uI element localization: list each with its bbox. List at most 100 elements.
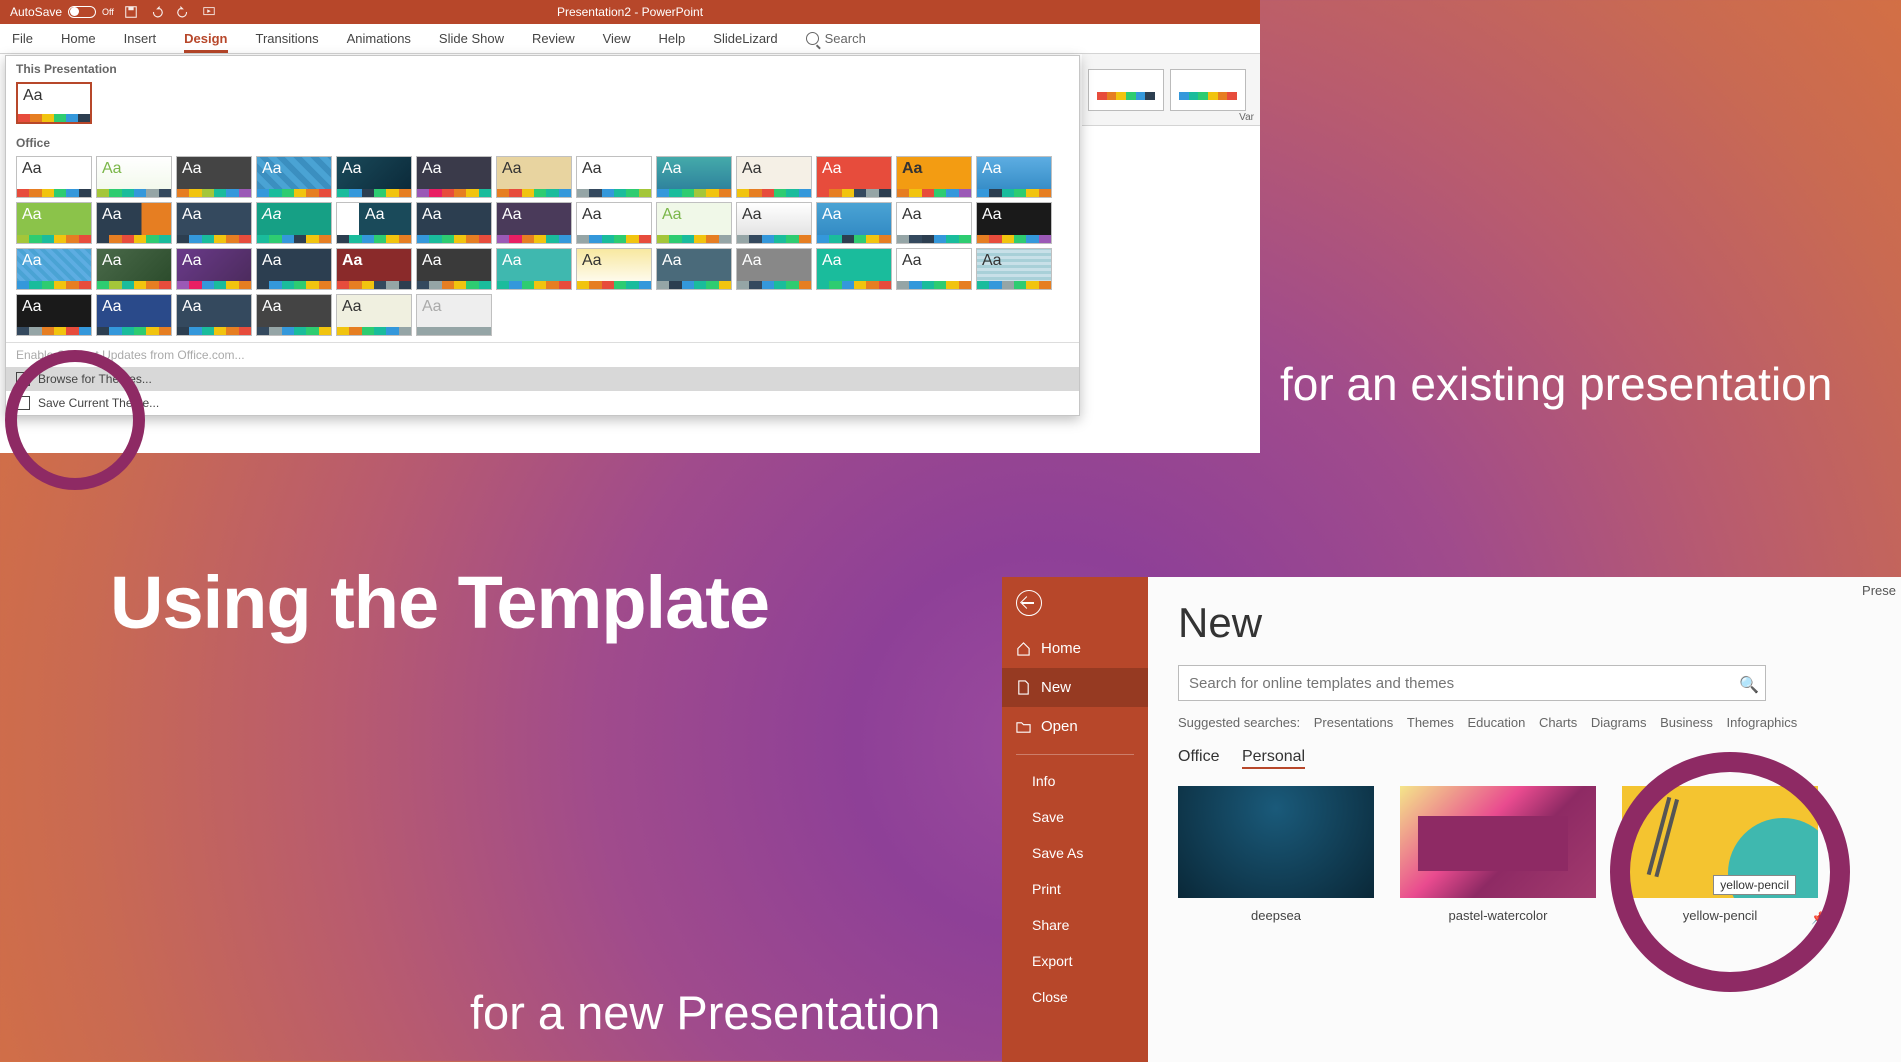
search-icon[interactable]: 🔍	[1739, 675, 1755, 691]
browse-for-themes[interactable]: Browse for Themes...	[6, 367, 1079, 391]
nav-open[interactable]: Open	[1002, 707, 1148, 746]
suggested-link[interactable]: Presentations	[1314, 715, 1394, 730]
tab-home[interactable]: Home	[61, 31, 96, 46]
theme-item[interactable]: Aa	[656, 248, 732, 290]
theme-item[interactable]: Aa	[816, 202, 892, 244]
variant-2[interactable]	[1170, 69, 1246, 111]
new-file-icon	[1016, 680, 1031, 695]
suggested-link[interactable]: Diagrams	[1591, 715, 1647, 730]
theme-item[interactable]: Aa	[176, 156, 252, 198]
tab-view[interactable]: View	[603, 31, 631, 46]
undo-icon[interactable]	[150, 5, 164, 19]
tab-animations[interactable]: Animations	[347, 31, 411, 46]
search-placeholder: Search	[825, 31, 866, 46]
nav-export[interactable]: Export	[1002, 943, 1148, 979]
theme-item[interactable]: Aa	[336, 248, 412, 290]
start-slideshow-icon[interactable]	[202, 5, 216, 19]
nav-save[interactable]: Save	[1002, 799, 1148, 835]
tell-me-search[interactable]: Search	[806, 31, 866, 46]
suggested-link[interactable]: Business	[1660, 715, 1713, 730]
theme-item[interactable]: Aa	[976, 248, 1052, 290]
variants-group: Var	[1082, 54, 1260, 126]
template-pastel-watercolor[interactable]: pastel-watercolor	[1400, 786, 1596, 923]
theme-item[interactable]: Aa	[656, 202, 732, 244]
tab-design[interactable]: Design	[184, 31, 227, 53]
variant-1[interactable]	[1088, 69, 1164, 111]
suggested-link[interactable]: Education	[1467, 715, 1525, 730]
nav-saveas[interactable]: Save As	[1002, 835, 1148, 871]
theme-item[interactable]: Aa	[16, 202, 92, 244]
theme-item[interactable]: Aa	[16, 156, 92, 198]
tab-file[interactable]: File	[12, 31, 33, 46]
template-deepsea[interactable]: deepsea	[1178, 786, 1374, 923]
theme-item[interactable]: Aa	[16, 248, 92, 290]
theme-item[interactable]: Aa	[256, 294, 332, 336]
filter-office[interactable]: Office	[1178, 748, 1220, 765]
tab-slidelizard[interactable]: SlideLizard	[713, 31, 777, 46]
tab-slideshow[interactable]: Slide Show	[439, 31, 504, 46]
theme-item[interactable]: Aa	[816, 248, 892, 290]
theme-item[interactable]: Aa	[896, 248, 972, 290]
nav-home[interactable]: Home	[1002, 629, 1148, 668]
theme-item[interactable]: Aa	[496, 248, 572, 290]
theme-item[interactable]: Aa	[656, 156, 732, 198]
template-search-input[interactable]	[1189, 675, 1739, 692]
theme-item[interactable]: Aa	[16, 294, 92, 336]
suggested-link[interactable]: Charts	[1539, 715, 1577, 730]
theme-item[interactable]: Aa	[416, 202, 492, 244]
theme-item[interactable]: Aa	[96, 294, 172, 336]
tab-insert[interactable]: Insert	[124, 31, 157, 46]
theme-item[interactable]: Aa	[256, 156, 332, 198]
template-search[interactable]: 🔍	[1178, 665, 1766, 701]
theme-item[interactable]: Aa	[256, 248, 332, 290]
nav-info[interactable]: Info	[1002, 763, 1148, 799]
theme-item[interactable]: Aa	[336, 156, 412, 198]
theme-item[interactable]: Aa	[176, 248, 252, 290]
theme-item[interactable]: Aa	[576, 248, 652, 290]
nav-share[interactable]: Share	[1002, 907, 1148, 943]
save-current-theme[interactable]: Save Current Theme...	[6, 391, 1079, 415]
theme-item[interactable]: Aa	[96, 202, 172, 244]
suggested-link[interactable]: Infographics	[1726, 715, 1797, 730]
theme-current[interactable]: Aa	[16, 82, 92, 124]
backstage-sidebar: Home New Open Info Save Save As Print Sh…	[1002, 577, 1148, 1062]
gallery-footer: Enable Content Updates from Office.com..…	[6, 342, 1079, 415]
theme-item[interactable]: Aa	[336, 202, 412, 244]
theme-item[interactable]: Aa	[416, 294, 492, 336]
nav-new[interactable]: New	[1002, 668, 1148, 707]
nav-print[interactable]: Print	[1002, 871, 1148, 907]
title-bar: AutoSave Off Presentation2 - PowerPoint	[0, 0, 1260, 24]
theme-item[interactable]: Aa	[736, 156, 812, 198]
theme-item[interactable]: Aa	[96, 248, 172, 290]
theme-item[interactable]: Aa	[736, 202, 812, 244]
theme-item[interactable]: Aa	[176, 202, 252, 244]
theme-item[interactable]: Aa	[496, 156, 572, 198]
theme-item[interactable]: Aa	[416, 156, 492, 198]
back-button[interactable]	[1002, 577, 1148, 629]
theme-item[interactable]: Aa	[816, 156, 892, 198]
tab-transitions[interactable]: Transitions	[256, 31, 319, 46]
theme-item[interactable]: Aa	[176, 294, 252, 336]
theme-item[interactable]: Aa	[96, 156, 172, 198]
filter-personal[interactable]: Personal	[1242, 748, 1305, 769]
autosave-toggle[interactable]	[68, 6, 96, 18]
theme-item[interactable]: Aa	[256, 202, 332, 244]
redo-icon[interactable]	[176, 5, 190, 19]
theme-item[interactable]: Aa	[416, 248, 492, 290]
theme-item[interactable]: Aa	[736, 248, 812, 290]
suggested-link[interactable]: Themes	[1407, 715, 1454, 730]
save-icon[interactable]	[124, 5, 138, 19]
new-heading: New	[1178, 599, 1872, 647]
theme-item[interactable]: Aa	[976, 156, 1052, 198]
nav-close[interactable]: Close	[1002, 979, 1148, 1015]
theme-item[interactable]: Aa	[896, 156, 972, 198]
theme-item[interactable]: Aa	[576, 156, 652, 198]
suggested-searches: Suggested searches: Presentations Themes…	[1178, 715, 1872, 730]
theme-item[interactable]: Aa	[896, 202, 972, 244]
tab-review[interactable]: Review	[532, 31, 575, 46]
theme-item[interactable]: Aa	[576, 202, 652, 244]
theme-item[interactable]: Aa	[336, 294, 412, 336]
tab-help[interactable]: Help	[659, 31, 686, 46]
theme-item[interactable]: Aa	[496, 202, 572, 244]
theme-item[interactable]: Aa	[976, 202, 1052, 244]
